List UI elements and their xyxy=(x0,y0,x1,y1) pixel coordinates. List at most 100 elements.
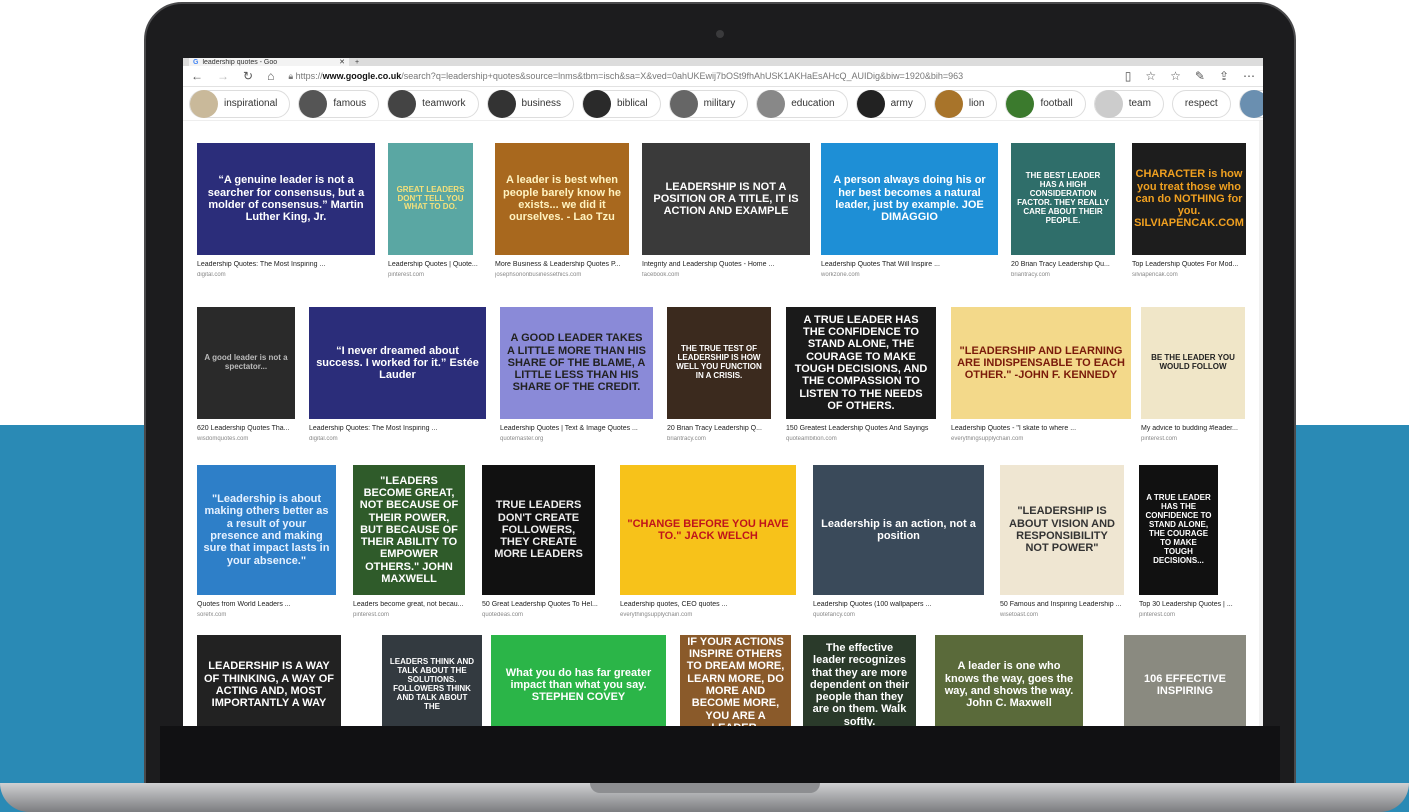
image-result-thumbnail[interactable]: A TRUE LEADER HAS THE CONFIDENCE TO STAN… xyxy=(786,307,936,419)
image-result-thumbnail[interactable]: CHARACTER is how you treat those who can… xyxy=(1132,143,1246,255)
result-title-link[interactable]: Leadership Quotes: The Most Inspiring ..… xyxy=(309,425,486,432)
search-chip[interactable]: respect xyxy=(1171,89,1231,118)
result-title-link[interactable]: More Business & Leadership Quotes P... xyxy=(495,261,629,268)
result-title-link[interactable]: Leadership quotes, CEO quotes ... xyxy=(620,601,796,608)
browser-window: G leadership quotes - Goo ✕ + ← → ↻ ⌂ 🔒︎… xyxy=(183,58,1263,726)
chip-label: military xyxy=(703,98,736,109)
result-source: pinterest.com xyxy=(388,272,425,278)
image-result-thumbnail[interactable]: The effective leader recognizes that the… xyxy=(803,635,916,726)
search-chip[interactable]: biblical xyxy=(582,89,661,118)
image-result-thumbnail[interactable]: “A genuine leader is not a searcher for … xyxy=(197,143,375,255)
result-title-link[interactable]: Leadership Quotes That Will Inspire ... xyxy=(821,261,998,268)
url-path: /search?q=leadership+quotes&source=lnms&… xyxy=(401,70,964,81)
result-title-link[interactable]: 50 Famous and Inspiring Leadership ... xyxy=(1000,601,1124,608)
share-icon[interactable]: ⇪ xyxy=(1219,69,1229,83)
pen-icon[interactable]: ✎ xyxy=(1195,69,1205,83)
result-title-link[interactable]: Integrity and Leadership Quotes - Home .… xyxy=(642,261,810,268)
result-title-link[interactable]: My advice to budding #leader... xyxy=(1141,425,1261,432)
forward-icon[interactable]: → xyxy=(217,69,229,83)
image-result-thumbnail[interactable]: "LEADERSHIP AND LEARNING ARE INDISPENSAB… xyxy=(951,307,1131,419)
result-title-link[interactable]: Leaders become great, not becau... xyxy=(353,601,473,608)
search-chip[interactable]: football xyxy=(1005,89,1086,118)
result-title-link[interactable]: Top Leadership Quotes For Mod... xyxy=(1132,261,1252,268)
back-icon[interactable]: ← xyxy=(191,69,203,83)
image-result-thumbnail[interactable]: 106 EFFECTIVE INSPIRING xyxy=(1124,635,1246,726)
chip-thumbnail xyxy=(1239,89,1263,118)
search-chip[interactable]: teamwork xyxy=(387,89,479,118)
image-result-thumbnail[interactable]: A leader is best when people barely know… xyxy=(495,143,629,255)
search-chip[interactable]: military xyxy=(668,89,749,118)
result-title-link[interactable]: Top 30 Leadership Quotes | ... xyxy=(1139,601,1259,608)
image-result-thumbnail[interactable]: "LEADERSHIP IS ABOUT VISION AND RESPONSI… xyxy=(1000,465,1124,595)
image-result-thumbnail[interactable]: A TRUE LEADER HAS THE CONFIDENCE TO STAN… xyxy=(1139,465,1218,595)
chip-thumbnail xyxy=(934,89,963,118)
image-result-thumbnail[interactable]: THE BEST LEADER HAS A HIGH CONSIDERATION… xyxy=(1011,143,1115,255)
chip-thumbnail xyxy=(583,89,611,118)
image-result-thumbnail[interactable]: BE THE LEADER YOU WOULD FOLLOW xyxy=(1141,307,1245,419)
result-title-link[interactable]: 20 Brian Tracy Leadership Qu... xyxy=(1011,261,1131,268)
url-prefix: https:// xyxy=(295,70,323,81)
search-chip[interactable]: famous xyxy=(298,89,380,118)
result-source: quotedeas.com xyxy=(482,612,524,618)
image-result-thumbnail[interactable]: "LEADERS BECOME GREAT, NOT BECAUSE OF TH… xyxy=(353,465,465,595)
result-title-link[interactable]: Leadership Quotes (100 wallpapers ... xyxy=(813,601,984,608)
favorite-star-icon[interactable]: ☆ xyxy=(1145,69,1156,83)
result-title-link[interactable]: 20 Brian Tracy Leadership Q... xyxy=(667,425,787,432)
image-result-thumbnail[interactable]: "Leadership is about making others bette… xyxy=(197,465,336,595)
new-tab-icon[interactable]: + xyxy=(355,59,359,66)
result-title-link[interactable]: Leadership Quotes: The Most Inspiring ..… xyxy=(197,261,375,268)
image-result-thumbnail[interactable]: “I never dreamed about success. I worked… xyxy=(309,307,486,419)
search-chip[interactable]: female xyxy=(1238,89,1263,118)
image-result-thumbnail[interactable]: TRUE LEADERS DON'T CREATE FOLLOWERS, THE… xyxy=(482,465,595,595)
image-result-thumbnail[interactable]: A person always doing his or her best be… xyxy=(821,143,998,255)
result-title-link[interactable]: Leadership Quotes | Text & Image Quotes … xyxy=(500,425,653,432)
chip-thumbnail xyxy=(190,89,218,118)
home-icon[interactable]: ⌂ xyxy=(267,69,274,83)
quote-text: BE THE LEADER YOU WOULD FOLLOW xyxy=(1151,353,1235,371)
quote-text: A person always doing his or her best be… xyxy=(833,174,986,224)
browser-tab[interactable]: G leadership quotes - Goo ✕ xyxy=(189,58,349,66)
image-result-thumbnail[interactable]: "CHANGE BEFORE YOU HAVE TO." JACK WELCH xyxy=(620,465,796,595)
image-result-thumbnail[interactable]: A leader is one who knows the way, goes … xyxy=(935,635,1083,726)
result-source: quotemaster.org xyxy=(500,436,544,442)
scrollbar[interactable] xyxy=(1259,121,1263,726)
address-bar[interactable]: 🔒︎ https://www.google.co.uk/search?q=lea… xyxy=(288,71,1110,82)
search-chip[interactable]: lion xyxy=(933,89,998,118)
image-result-thumbnail[interactable]: LEADERSHIP IS A WAY OF THINKING, A WAY O… xyxy=(197,635,341,726)
address-row: ← → ↻ ⌂ 🔒︎ https://www.google.co.uk/sear… xyxy=(183,66,1263,87)
search-chip[interactable]: business xyxy=(486,89,574,118)
search-chip[interactable]: education xyxy=(756,89,848,118)
result-title-link[interactable]: 620 Leadership Quotes Tha... xyxy=(197,425,317,432)
close-tab-icon[interactable]: ✕ xyxy=(339,58,345,66)
favorites-icon[interactable]: ☆ xyxy=(1170,69,1181,83)
image-result-thumbnail[interactable]: IF YOUR ACTIONS INSPIRE OTHERS TO DREAM … xyxy=(680,635,791,726)
more-icon[interactable]: ⋯ xyxy=(1243,69,1255,83)
result-source: wisetoast.com xyxy=(1000,612,1039,618)
result-title-link[interactable]: 150 Greatest Leadership Quotes And Sayin… xyxy=(786,425,936,432)
search-chip[interactable]: army xyxy=(855,89,926,118)
image-result-thumbnail[interactable]: LEADERSHIP IS NOT A POSITION OR A TITLE,… xyxy=(642,143,810,255)
result-source: digital.com xyxy=(309,436,338,442)
image-result-thumbnail[interactable]: THE TRUE TEST OF LEADERSHIP IS HOW WELL … xyxy=(667,307,771,419)
image-result-thumbnail[interactable]: LEADERS THINK AND TALK ABOUT THE SOLUTIO… xyxy=(382,635,482,726)
chip-label: army xyxy=(890,98,913,109)
image-result-thumbnail[interactable]: A GOOD LEADER TAKES A LITTLE MORE THAN H… xyxy=(500,307,653,419)
quote-text: "LEADERSHIP AND LEARNING ARE INDISPENSAB… xyxy=(957,344,1125,382)
quote-text: CHARACTER is how you treat those who can… xyxy=(1134,168,1244,230)
image-result-thumbnail[interactable]: A good leader is not a spectator... xyxy=(197,307,295,419)
result-title-link[interactable]: Leadership Quotes | Quote... xyxy=(388,261,508,268)
chip-thumbnail xyxy=(856,89,885,118)
result-title-link[interactable]: 50 Great Leadership Quotes To Hel... xyxy=(482,601,602,608)
result-title-link[interactable]: Quotes from World Leaders ... xyxy=(197,601,336,608)
search-chip[interactable]: inspirational xyxy=(189,89,291,118)
image-result-thumbnail[interactable]: Leadership is an action, not a position xyxy=(813,465,984,595)
image-result-thumbnail[interactable]: GREAT LEADERS DON'T TELL YOU WHAT TO DO. xyxy=(388,143,473,255)
image-result-thumbnail[interactable]: What you do has far greater impact than … xyxy=(491,635,666,726)
search-chip[interactable]: team xyxy=(1093,89,1164,118)
refresh-icon[interactable]: ↻ xyxy=(243,69,253,83)
result-source: digital.com xyxy=(197,272,226,278)
result-title-link[interactable]: Leadership Quotes - "I skate to where ..… xyxy=(951,425,1131,432)
reading-view-icon[interactable]: ▯ xyxy=(1125,69,1132,83)
result-source: quotefancy.com xyxy=(813,612,855,618)
quote-text: 106 EFFECTIVE INSPIRING xyxy=(1144,672,1226,697)
